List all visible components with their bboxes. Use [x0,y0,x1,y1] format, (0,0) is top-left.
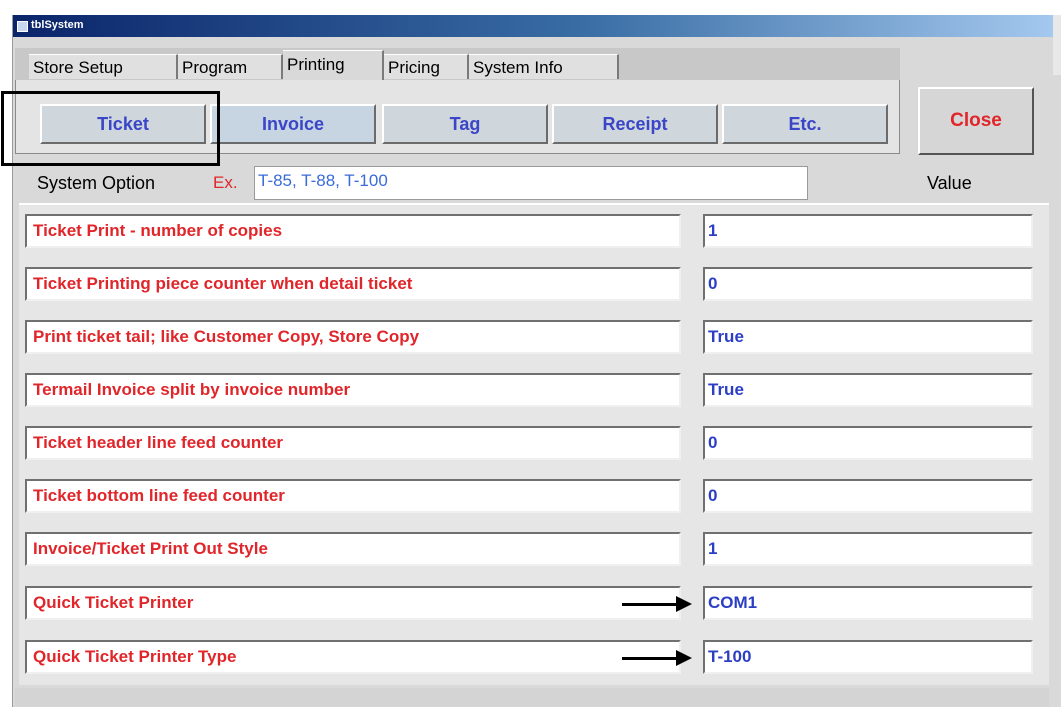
option-value-field[interactable]: 0 [703,267,1033,301]
option-name: Ticket Print - number of copies [25,214,681,248]
option-value-field[interactable]: True [703,373,1033,407]
arrow-right-icon [622,650,692,666]
option-value-field[interactable]: 1 [703,532,1033,566]
receipt-button[interactable]: Receipt [552,104,718,144]
option-name: Ticket header line feed counter [25,426,681,460]
ticket-highlight-box [1,91,220,166]
tab-printing[interactable]: Printing [283,50,384,80]
title-bar[interactable]: tblSystem [13,15,1061,37]
tab-system-info[interactable]: System Info [469,54,619,79]
option-name: Print ticket tail; like Customer Copy, S… [25,320,681,354]
invoice-button[interactable]: Invoice [210,104,376,144]
window-title: tblSystem [31,19,84,31]
arrow-right-icon [622,596,692,612]
tab-store-setup[interactable]: Store Setup [29,54,178,79]
option-name: Quick Ticket Printer Type [25,640,681,674]
close-button[interactable]: Close [918,87,1034,155]
example-field[interactable]: T-85, T-88, T-100 [254,166,808,200]
tab-program[interactable]: Program [178,54,283,79]
tab-pricing[interactable]: Pricing [384,54,469,79]
option-name: Ticket bottom line feed counter [25,479,681,513]
tag-button[interactable]: Tag [382,104,548,144]
example-label: Ex. [213,173,238,192]
etc-button[interactable]: Etc. [722,104,888,144]
option-name: Quick Ticket Printer [25,586,681,620]
option-value-field[interactable]: 0 [703,426,1033,460]
option-name: Invoice/Ticket Print Out Style [25,532,681,566]
value-column-label: Value [927,173,972,193]
system-option-label: System Option [37,173,156,193]
option-value-field[interactable]: 0 [703,479,1033,513]
option-name: Termail Invoice split by invoice number [25,373,681,407]
status-strip [15,688,1049,707]
option-value-field[interactable]: T-100 [703,640,1033,674]
option-value-field[interactable]: True [703,320,1033,354]
option-value-field[interactable]: COM1 [703,586,1033,620]
window-scrollbar[interactable] [1053,15,1061,75]
option-name: Ticket Printing piece counter when detai… [25,267,681,301]
app-icon [17,21,28,32]
option-value-field[interactable]: 1 [703,214,1033,248]
